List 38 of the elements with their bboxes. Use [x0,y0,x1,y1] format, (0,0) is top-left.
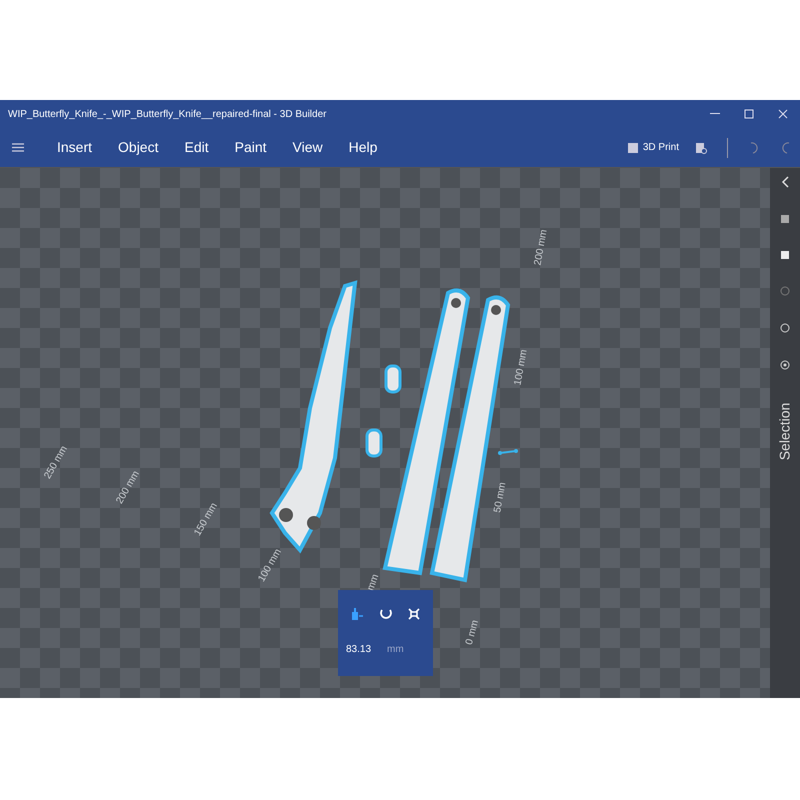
chevron-left-icon[interactable] [781,176,789,188]
printer-icon[interactable] [626,142,639,154]
axis-label: 0 mm [462,618,482,647]
pin-drawing [366,428,382,458]
target-icon[interactable] [780,360,790,370]
minimize-icon[interactable] [710,113,720,115]
pin-drawing [384,364,402,394]
select-object-icon[interactable] [780,214,790,224]
circle-icon[interactable] [780,322,790,334]
menu-item[interactable]: Edit [171,137,222,158]
axis-label: mm [364,572,382,593]
menu-item[interactable]: Object [105,137,172,158]
menu-item[interactable]: View [280,137,336,158]
unit-label: mm [387,643,404,657]
menu-item[interactable]: Insert [44,137,106,158]
axis-label: 100 mm [512,348,531,387]
window-title: WIP_Butterfly_Knife_-_WIP_Butterfly_Knife__repaired-final - 3D Builder [8,108,328,122]
axis-label: 150 mm [191,500,221,539]
maximize-icon[interactable] [744,109,754,119]
select-all-icon[interactable] [780,250,790,260]
scale-tool-icon[interactable] [407,607,421,621]
print-button[interactable]: 3D Print [642,140,679,155]
rotate-tool-icon[interactable] [378,607,392,621]
redo-icon[interactable] [780,140,792,154]
axis-label: 250 mm [41,443,71,482]
axis-label: 200 mm [532,228,551,267]
menu-item[interactable]: Paint [222,137,280,158]
axis-label: 50 mm [491,481,510,514]
axis-label: 200 mm [113,468,143,507]
dimension-arrow-icon[interactable] [498,449,518,455]
document-icon[interactable] [695,142,707,154]
close-icon[interactable] [778,109,788,119]
measure-value[interactable]: 83.13 [346,642,372,657]
sidebar-label[interactable]: Selection [774,402,796,460]
move-tool-icon[interactable] [350,606,364,622]
menu-item[interactable]: Help [336,137,390,158]
axis-label: 100 mm [255,546,285,585]
undo-icon[interactable] [748,140,760,154]
